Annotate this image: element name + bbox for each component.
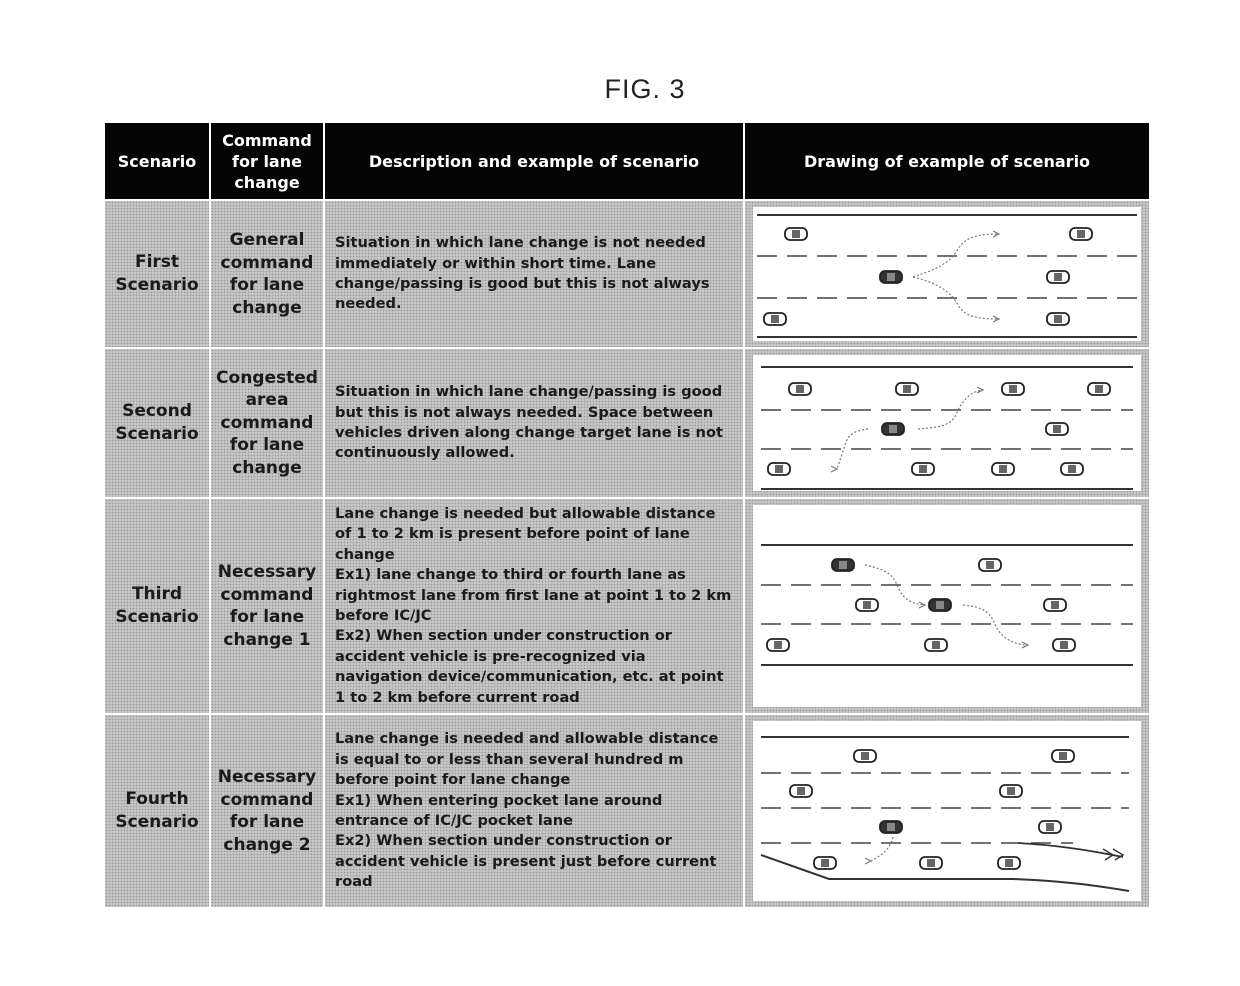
- vehicle-icon: [1038, 820, 1062, 834]
- vehicle-icon: [766, 638, 790, 652]
- vehicle-icon: [997, 856, 1021, 870]
- vehicle-icon: [788, 382, 812, 396]
- vehicle-icon: [767, 462, 791, 476]
- road-diagram-1: [753, 207, 1141, 341]
- scenario-name: Third Scenario: [105, 499, 211, 713]
- vehicle-icon: [919, 856, 943, 870]
- vehicle-icon: [1069, 227, 1093, 241]
- scenario-drawing: [745, 499, 1149, 713]
- vehicle-icon: [784, 227, 808, 241]
- vehicle-icon: [991, 462, 1015, 476]
- vehicle-icon: [813, 856, 837, 870]
- scenario-description: Situation in which lane change is not ne…: [325, 201, 745, 347]
- header-command: Command for lane change: [211, 123, 325, 199]
- table-row: Third Scenario Necessary command for lan…: [105, 499, 1149, 715]
- table-row: Fourth Scenario Necessary command for la…: [105, 715, 1149, 907]
- vehicle-icon: [978, 558, 1002, 572]
- road-diagram-2: [753, 355, 1141, 491]
- scenario-name: Second Scenario: [105, 349, 211, 497]
- ego-vehicle-icon: [879, 270, 903, 284]
- vehicle-icon: [1087, 382, 1111, 396]
- command-name: Necessary command for lane change 2: [211, 715, 325, 907]
- ego-vehicle-icon: [879, 820, 903, 834]
- scenario-table: Scenario Command for lane change Descrip…: [105, 123, 1149, 907]
- scenario-description: Lane change is needed and allowable dist…: [325, 715, 745, 907]
- description-text: Situation in which lane change is not ne…: [335, 234, 710, 313]
- description-text: Lane change is needed and allowable dist…: [335, 730, 719, 891]
- figure-title: FIG. 3: [604, 74, 686, 104]
- vehicle-icon: [895, 382, 919, 396]
- vehicle-icon: [1052, 638, 1076, 652]
- vehicle-icon: [855, 598, 879, 612]
- scenario-drawing: [745, 715, 1149, 907]
- vehicle-icon: [1046, 312, 1070, 326]
- vehicle-icon: [853, 749, 877, 763]
- header-scenario: Scenario: [105, 123, 211, 199]
- vehicle-icon: [1060, 462, 1084, 476]
- vehicle-icon: [1045, 422, 1069, 436]
- ego-vehicle-icon: [831, 558, 855, 572]
- padding-area: [753, 505, 1141, 537]
- scenario-description: Lane change is needed but allowable dist…: [325, 499, 745, 713]
- scenario-description: Situation in which lane change/passing i…: [325, 349, 745, 497]
- vehicle-icon: [763, 312, 787, 326]
- ego-vehicle-icon: [928, 598, 952, 612]
- description-text: Lane change is needed but allowable dist…: [335, 504, 732, 706]
- scenario-drawing: [745, 349, 1149, 497]
- vehicle-icon: [999, 784, 1023, 798]
- table-header-row: Scenario Command for lane change Descrip…: [105, 123, 1149, 201]
- vehicle-icon: [1043, 598, 1067, 612]
- table-row: First Scenario General command for lane …: [105, 201, 1149, 349]
- vehicle-icon: [789, 784, 813, 798]
- description-text: Situation in which lane change/passing i…: [335, 383, 723, 462]
- road-diagram-4: [753, 721, 1141, 901]
- command-name: Necessary command for lane change 1: [211, 499, 325, 713]
- vehicle-icon: [1046, 270, 1070, 284]
- header-drawing: Drawing of example of scenario: [803, 151, 1091, 171]
- scenario-name: Fourth Scenario: [105, 715, 211, 907]
- table-row: Second Scenario Congested area command f…: [105, 349, 1149, 499]
- scenario-drawing: [745, 201, 1149, 347]
- road-diagram-3: [753, 505, 1141, 707]
- road-background: [753, 721, 1141, 901]
- scenario-name: First Scenario: [105, 201, 211, 347]
- ego-vehicle-icon: [881, 422, 905, 436]
- header-description: Description and example of scenario: [325, 123, 745, 199]
- command-name: General command for lane change: [211, 201, 325, 347]
- vehicle-icon: [924, 638, 948, 652]
- command-name: Congested area command for lane change: [211, 349, 325, 497]
- vehicle-icon: [911, 462, 935, 476]
- vehicle-icon: [1001, 382, 1025, 396]
- vehicle-icon: [1051, 749, 1075, 763]
